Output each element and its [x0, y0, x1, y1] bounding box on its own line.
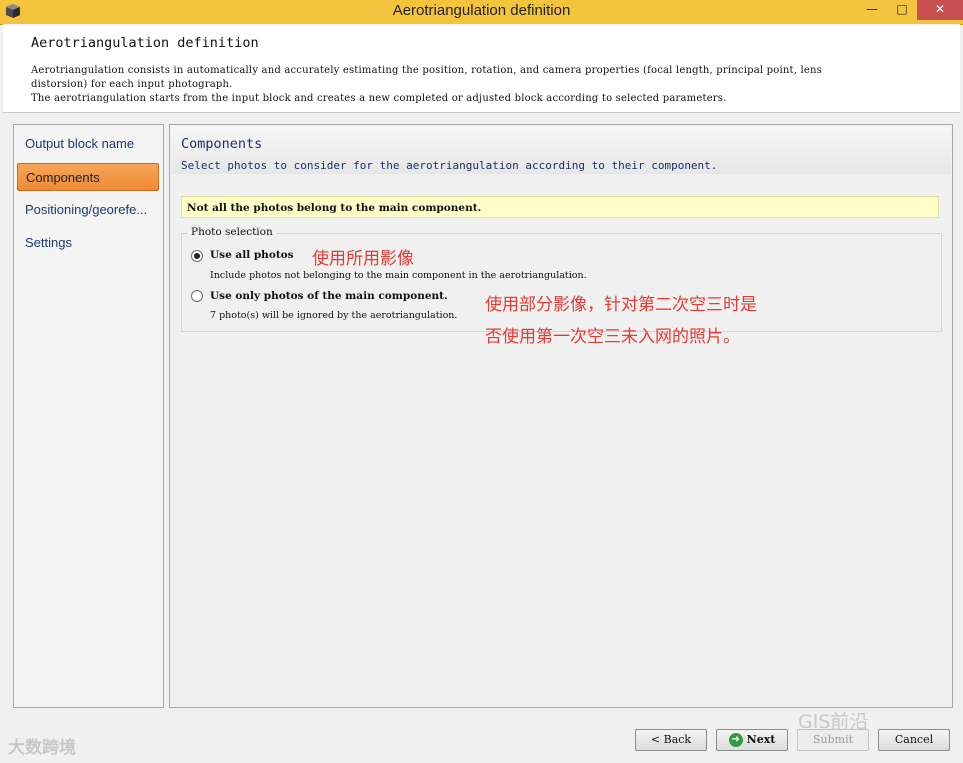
option-desc-main-component: 7 photo(s) will be ignored by the aerotr…: [210, 310, 458, 321]
header-desc-line: Aerotriangulation consists in automatica…: [31, 65, 822, 76]
option-label-main-component[interactable]: Use only photos of the main component.: [210, 290, 448, 302]
next-button-label: Next: [746, 733, 776, 746]
title-bar: Aerotriangulation definition — □ ✕: [0, 0, 963, 25]
content-title: Components: [181, 136, 263, 152]
option-desc-all-photos: Include photos not belonging to the main…: [210, 270, 587, 281]
back-button[interactable]: < Back: [635, 729, 707, 751]
window-title: Aerotriangulation definition: [392, 2, 571, 19]
header-title: Aerotriangulation definition: [31, 35, 259, 51]
watermark-right: GIS前沿: [798, 711, 869, 733]
cancel-button[interactable]: Cancel: [878, 729, 950, 751]
next-button[interactable]: ➜ Next: [716, 729, 788, 751]
header-desc-line: distorsion) for each input photograph.: [31, 79, 233, 90]
annotation-note-2-line-2: 否使用第一次空三未入网的照片。: [485, 327, 740, 347]
option-label-all-photos[interactable]: Use all photos: [210, 249, 294, 261]
watermark-left: 大数跨境: [8, 738, 76, 758]
content-subtitle: Select photos to consider for the aerotr…: [181, 159, 718, 172]
annotation-note-1: 使用所用影像: [312, 249, 414, 269]
dialog-header: Aerotriangulation definition Aerotriangu…: [3, 25, 960, 113]
content-header: Components Select photos to consider for…: [171, 126, 951, 174]
annotation-note-2-line-1: 使用部分影像，针对第二次空三时是: [485, 295, 757, 315]
maximize-button[interactable]: □: [887, 0, 917, 20]
warning-banner: Not all the photos belong to the main co…: [181, 196, 939, 218]
header-description: Aerotriangulation consists in automatica…: [31, 64, 953, 106]
radio-use-all-photos[interactable]: [191, 250, 203, 262]
radio-use-main-component[interactable]: [191, 290, 203, 302]
wizard-step-list: Output block name Components Positioning…: [13, 124, 164, 708]
step-positioning[interactable]: Positioning/georefe...: [17, 196, 159, 224]
group-legend: Photo selection: [188, 226, 276, 238]
close-button[interactable]: ✕: [917, 0, 963, 20]
content-panel: Components Select photos to consider for…: [169, 124, 953, 708]
arrow-right-icon: ➜: [728, 733, 743, 747]
step-settings[interactable]: Settings: [17, 229, 159, 257]
step-components[interactable]: Components: [17, 163, 159, 191]
photo-selection-group: Photo selection Use all photos Include p…: [181, 226, 942, 332]
header-desc-line: The aerotriangulation starts from the in…: [31, 93, 727, 104]
step-output-block-name[interactable]: Output block name: [17, 130, 159, 158]
minimize-button[interactable]: —: [857, 0, 887, 20]
